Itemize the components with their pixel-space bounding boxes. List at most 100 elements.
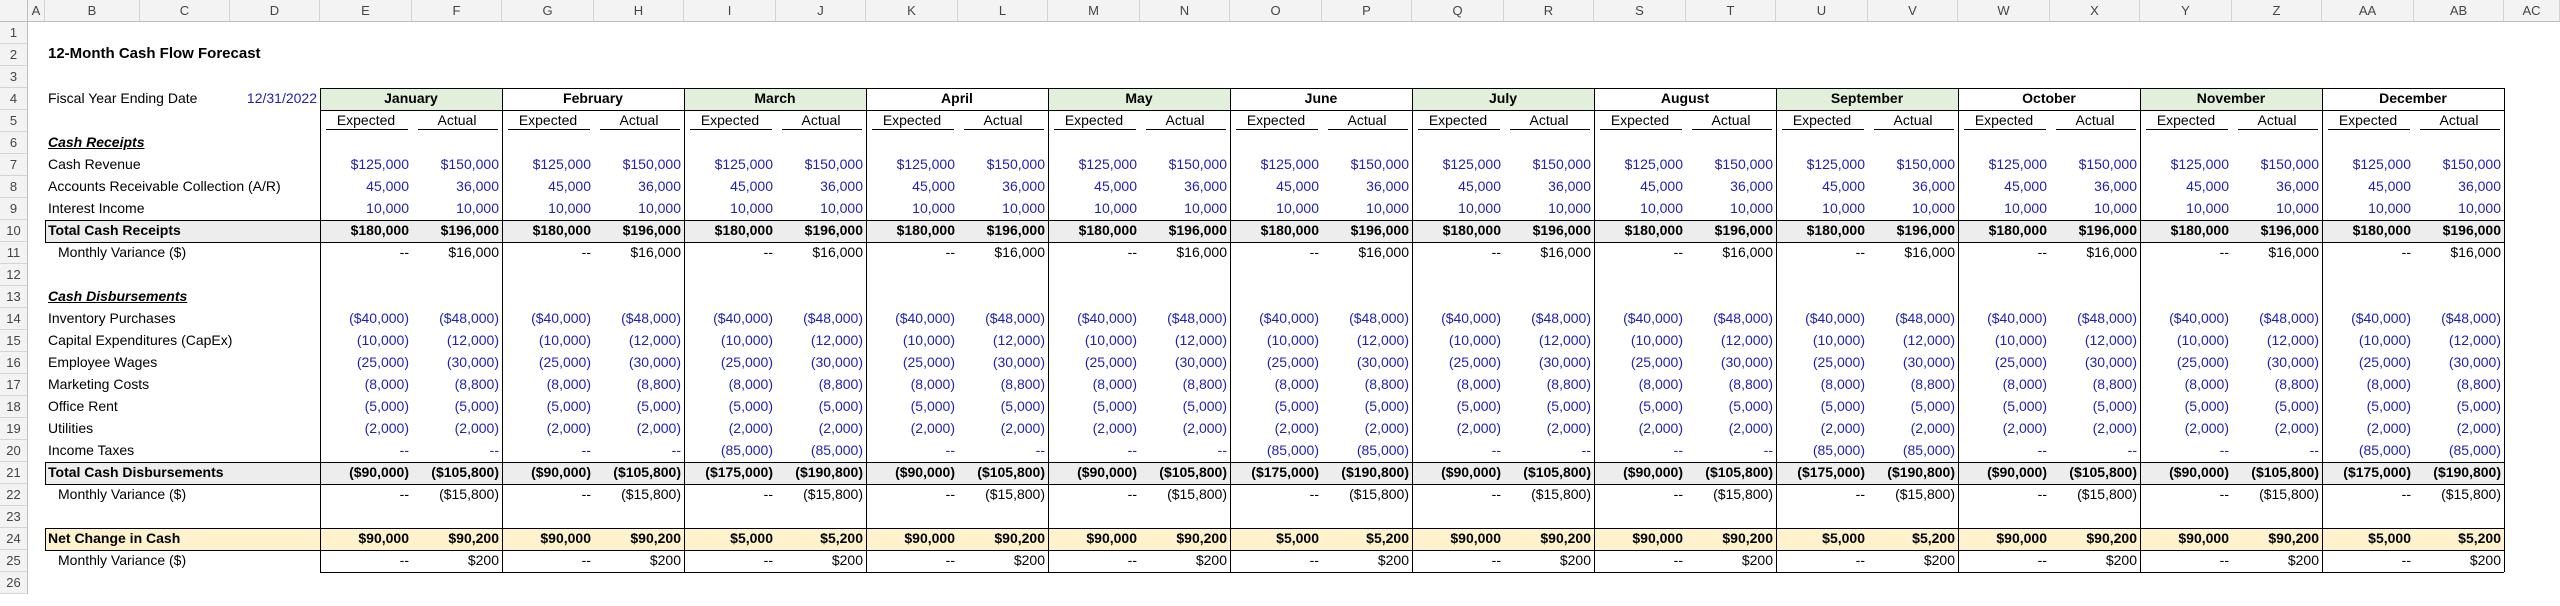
value-cell[interactable]: -- <box>1412 242 1504 264</box>
value-cell[interactable]: (2,000) <box>1048 418 1140 440</box>
value-cell[interactable]: $196,000 <box>1504 220 1594 242</box>
row-header-20[interactable]: 20 <box>0 440 28 462</box>
value-cell[interactable]: 36,000 <box>2414 176 2504 198</box>
row-label-18[interactable]: Office Rent <box>45 396 245 418</box>
value-cell[interactable]: (8,800) <box>412 374 502 396</box>
value-cell[interactable]: (8,000) <box>502 374 594 396</box>
row-header-23[interactable]: 23 <box>0 506 28 528</box>
value-cell[interactable]: (5,000) <box>594 396 684 418</box>
value-cell[interactable]: (5,000) <box>412 396 502 418</box>
value-cell[interactable]: 10,000 <box>1322 198 1412 220</box>
value-cell[interactable]: (30,000) <box>958 352 1048 374</box>
value-cell[interactable]: ($15,800) <box>412 484 502 506</box>
column-header-ab[interactable]: AB <box>2414 0 2504 22</box>
row-header-5[interactable]: 5 <box>0 110 28 132</box>
value-cell[interactable]: $200 <box>1504 550 1594 572</box>
spreadsheet-grid[interactable]: A B C D E F G H I J K L M N O P Q R S T U V W X Y Z AA AB AC 1 2 3 4 5 6 7 8… <box>0 0 2560 606</box>
value-cell[interactable]: (30,000) <box>1322 352 1412 374</box>
value-cell[interactable]: (85,000) <box>2414 440 2504 462</box>
column-header-m[interactable]: M <box>1048 0 1140 22</box>
value-cell[interactable]: $90,000 <box>320 528 412 550</box>
value-cell[interactable]: -- <box>2140 484 2232 506</box>
column-header-e[interactable]: E <box>320 0 412 22</box>
value-cell[interactable]: -- <box>684 484 776 506</box>
value-cell[interactable]: (12,000) <box>2050 330 2140 352</box>
value-cell[interactable]: 36,000 <box>1504 176 1594 198</box>
value-cell[interactable]: -- <box>684 550 776 572</box>
row-header-25[interactable]: 25 <box>0 550 28 572</box>
value-cell[interactable]: (2,000) <box>1776 418 1868 440</box>
value-cell[interactable]: -- <box>502 242 594 264</box>
value-cell[interactable]: 10,000 <box>320 198 412 220</box>
value-cell[interactable]: ($15,800) <box>776 484 866 506</box>
column-header-h[interactable]: H <box>594 0 684 22</box>
value-cell[interactable]: (2,000) <box>1868 418 1958 440</box>
value-cell[interactable]: $16,000 <box>1504 242 1594 264</box>
value-cell[interactable]: 10,000 <box>2232 198 2322 220</box>
value-cell[interactable]: $90,000 <box>502 528 594 550</box>
row-header-7[interactable]: 7 <box>0 154 28 176</box>
value-cell[interactable]: $90,200 <box>1686 528 1776 550</box>
value-cell[interactable]: $16,000 <box>1322 242 1412 264</box>
row-label-15[interactable]: Capital Expenditures (CapEx) <box>45 330 245 352</box>
value-cell[interactable]: (12,000) <box>776 330 866 352</box>
value-cell[interactable]: (2,000) <box>1412 418 1504 440</box>
row-label-22[interactable]: Monthly Variance ($) <box>55 484 255 506</box>
value-cell[interactable]: (8,800) <box>1322 374 1412 396</box>
value-cell[interactable]: ($90,000) <box>502 462 594 484</box>
value-cell[interactable]: ($175,000) <box>684 462 776 484</box>
value-cell[interactable]: (10,000) <box>320 330 412 352</box>
value-cell[interactable]: (12,000) <box>412 330 502 352</box>
row-label-24[interactable]: Net Change in Cash <box>45 528 245 550</box>
value-cell[interactable]: (5,000) <box>1412 396 1504 418</box>
value-cell[interactable]: -- <box>1048 550 1140 572</box>
value-cell[interactable]: ($15,800) <box>2050 484 2140 506</box>
month-header-january[interactable]: January <box>320 88 502 110</box>
value-cell[interactable]: 10,000 <box>594 198 684 220</box>
value-cell[interactable]: -- <box>1594 550 1686 572</box>
value-cell[interactable]: $5,200 <box>2414 528 2504 550</box>
value-cell[interactable]: $196,000 <box>2414 220 2504 242</box>
column-header-c[interactable]: C <box>140 0 230 22</box>
value-cell[interactable]: (85,000) <box>1322 440 1412 462</box>
select-all-corner[interactable] <box>0 0 28 22</box>
value-cell[interactable]: ($40,000) <box>1776 308 1868 330</box>
value-cell[interactable]: $180,000 <box>1594 220 1686 242</box>
row-header-2[interactable]: 2 <box>0 44 28 66</box>
value-cell[interactable]: 10,000 <box>958 198 1048 220</box>
column-header-w[interactable]: W <box>1958 0 2050 22</box>
value-cell[interactable]: (8,800) <box>1868 374 1958 396</box>
column-header-b[interactable]: B <box>45 0 140 22</box>
value-cell[interactable]: $90,000 <box>1594 528 1686 550</box>
value-cell[interactable]: (2,000) <box>1230 418 1322 440</box>
value-cell[interactable]: 10,000 <box>1776 198 1868 220</box>
value-cell[interactable]: ($40,000) <box>1594 308 1686 330</box>
value-cell[interactable]: (30,000) <box>2050 352 2140 374</box>
value-cell[interactable]: (2,000) <box>1140 418 1230 440</box>
row-label-21[interactable]: Total Cash Disbursements <box>45 462 245 484</box>
value-cell[interactable]: $16,000 <box>2414 242 2504 264</box>
value-cell[interactable]: 10,000 <box>502 198 594 220</box>
value-cell[interactable]: ($48,000) <box>412 308 502 330</box>
value-cell[interactable]: (2,000) <box>1686 418 1776 440</box>
value-cell[interactable]: (5,000) <box>866 396 958 418</box>
column-header-u[interactable]: U <box>1776 0 1868 22</box>
value-cell[interactable]: (8,000) <box>1412 374 1504 396</box>
value-cell[interactable]: (5,000) <box>320 396 412 418</box>
row-label-10[interactable]: Total Cash Receipts <box>45 220 245 242</box>
value-cell[interactable]: ($175,000) <box>1230 462 1322 484</box>
value-cell[interactable]: ($48,000) <box>2050 308 2140 330</box>
value-cell[interactable]: $200 <box>1868 550 1958 572</box>
value-cell[interactable]: -- <box>866 440 958 462</box>
row-header-12[interactable]: 12 <box>0 264 28 286</box>
value-cell[interactable]: ($190,800) <box>776 462 866 484</box>
value-cell[interactable]: (5,000) <box>2322 396 2414 418</box>
value-cell[interactable]: 45,000 <box>684 176 776 198</box>
value-cell[interactable]: (5,000) <box>1504 396 1594 418</box>
value-cell[interactable]: $180,000 <box>1412 220 1504 242</box>
month-header-june[interactable]: June <box>1230 88 1412 110</box>
value-cell[interactable]: $125,000 <box>2140 154 2232 176</box>
value-cell[interactable]: (10,000) <box>2322 330 2414 352</box>
value-cell[interactable]: (85,000) <box>1776 440 1868 462</box>
value-cell[interactable]: -- <box>1230 242 1322 264</box>
